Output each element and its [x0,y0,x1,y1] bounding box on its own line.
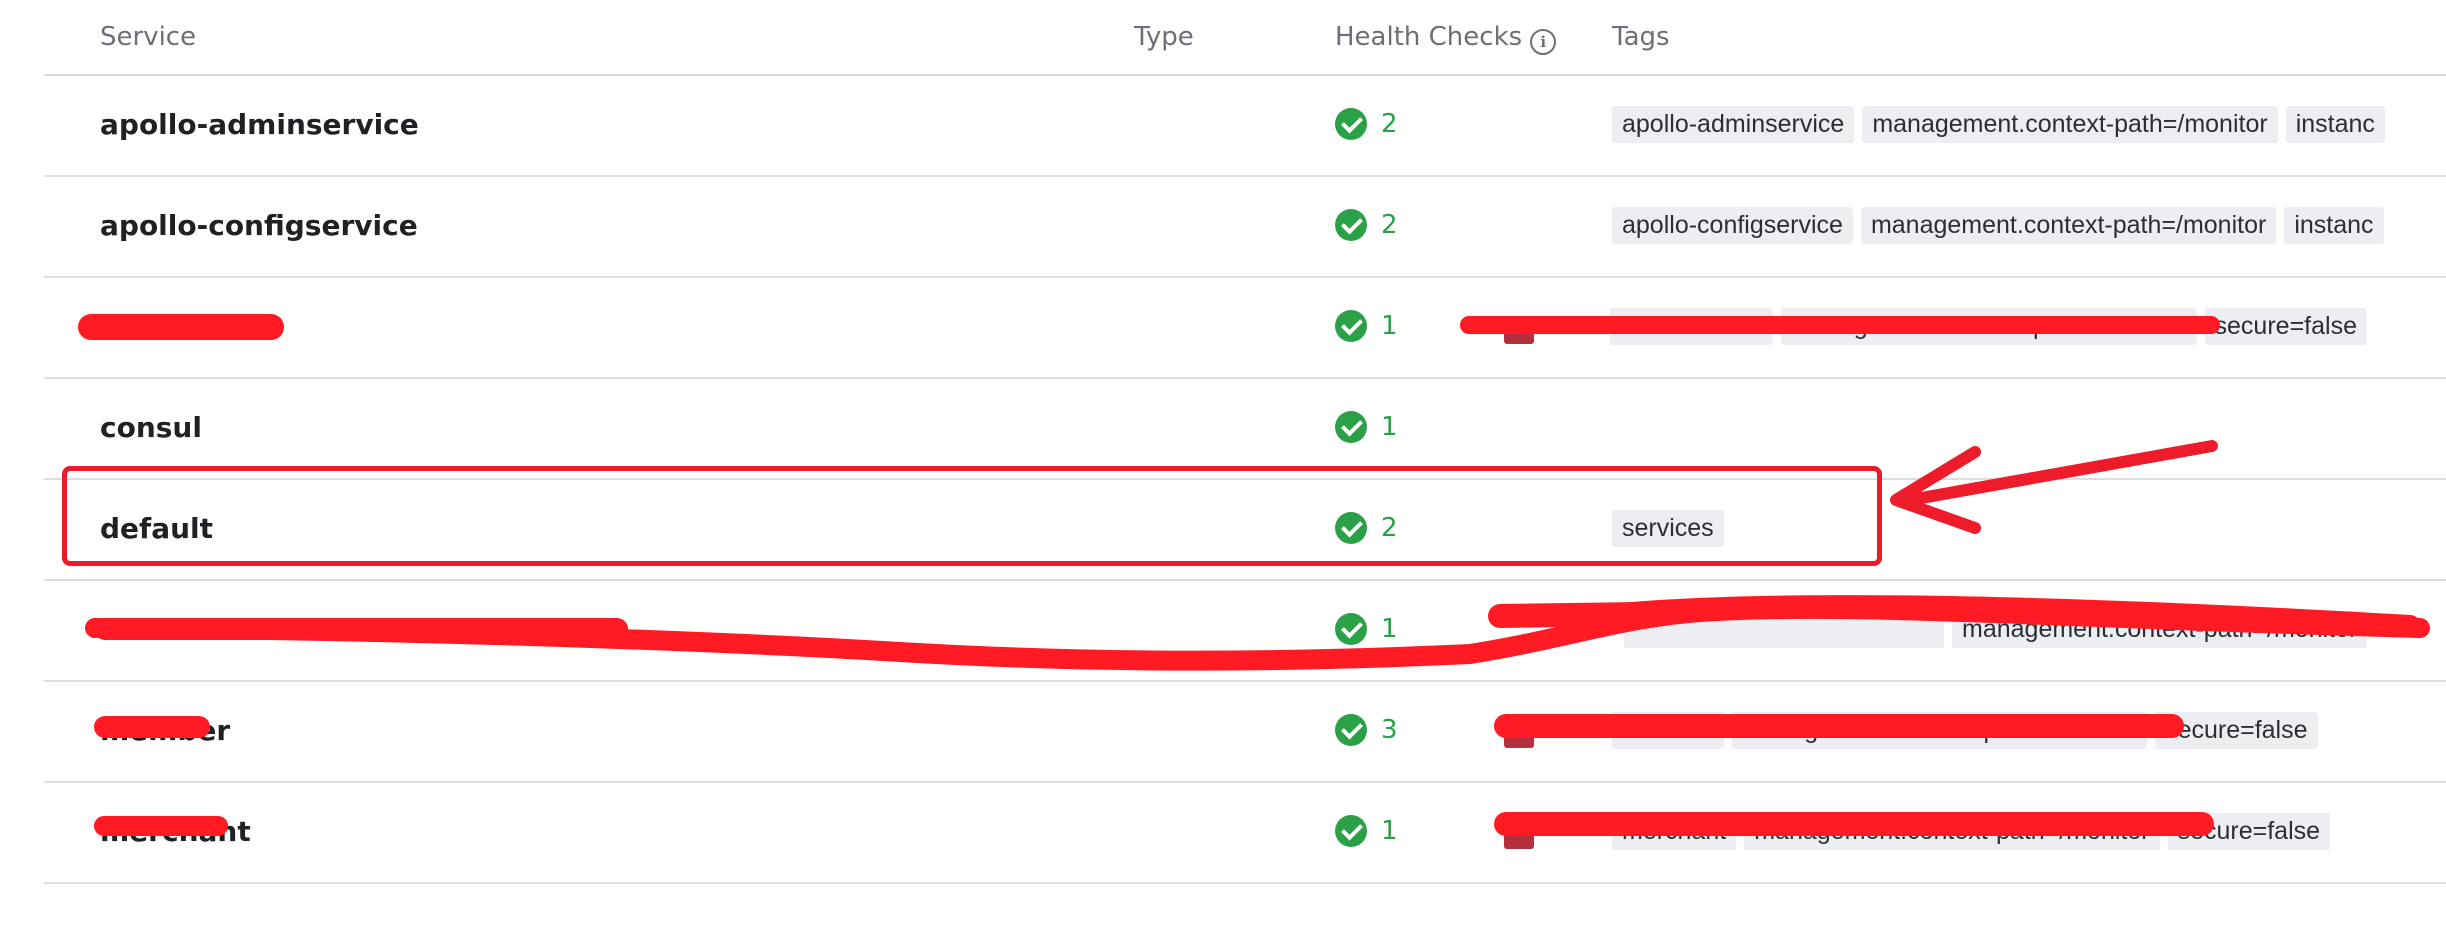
arrow-shaft [1904,440,2218,506]
highlight-box [62,466,1882,566]
